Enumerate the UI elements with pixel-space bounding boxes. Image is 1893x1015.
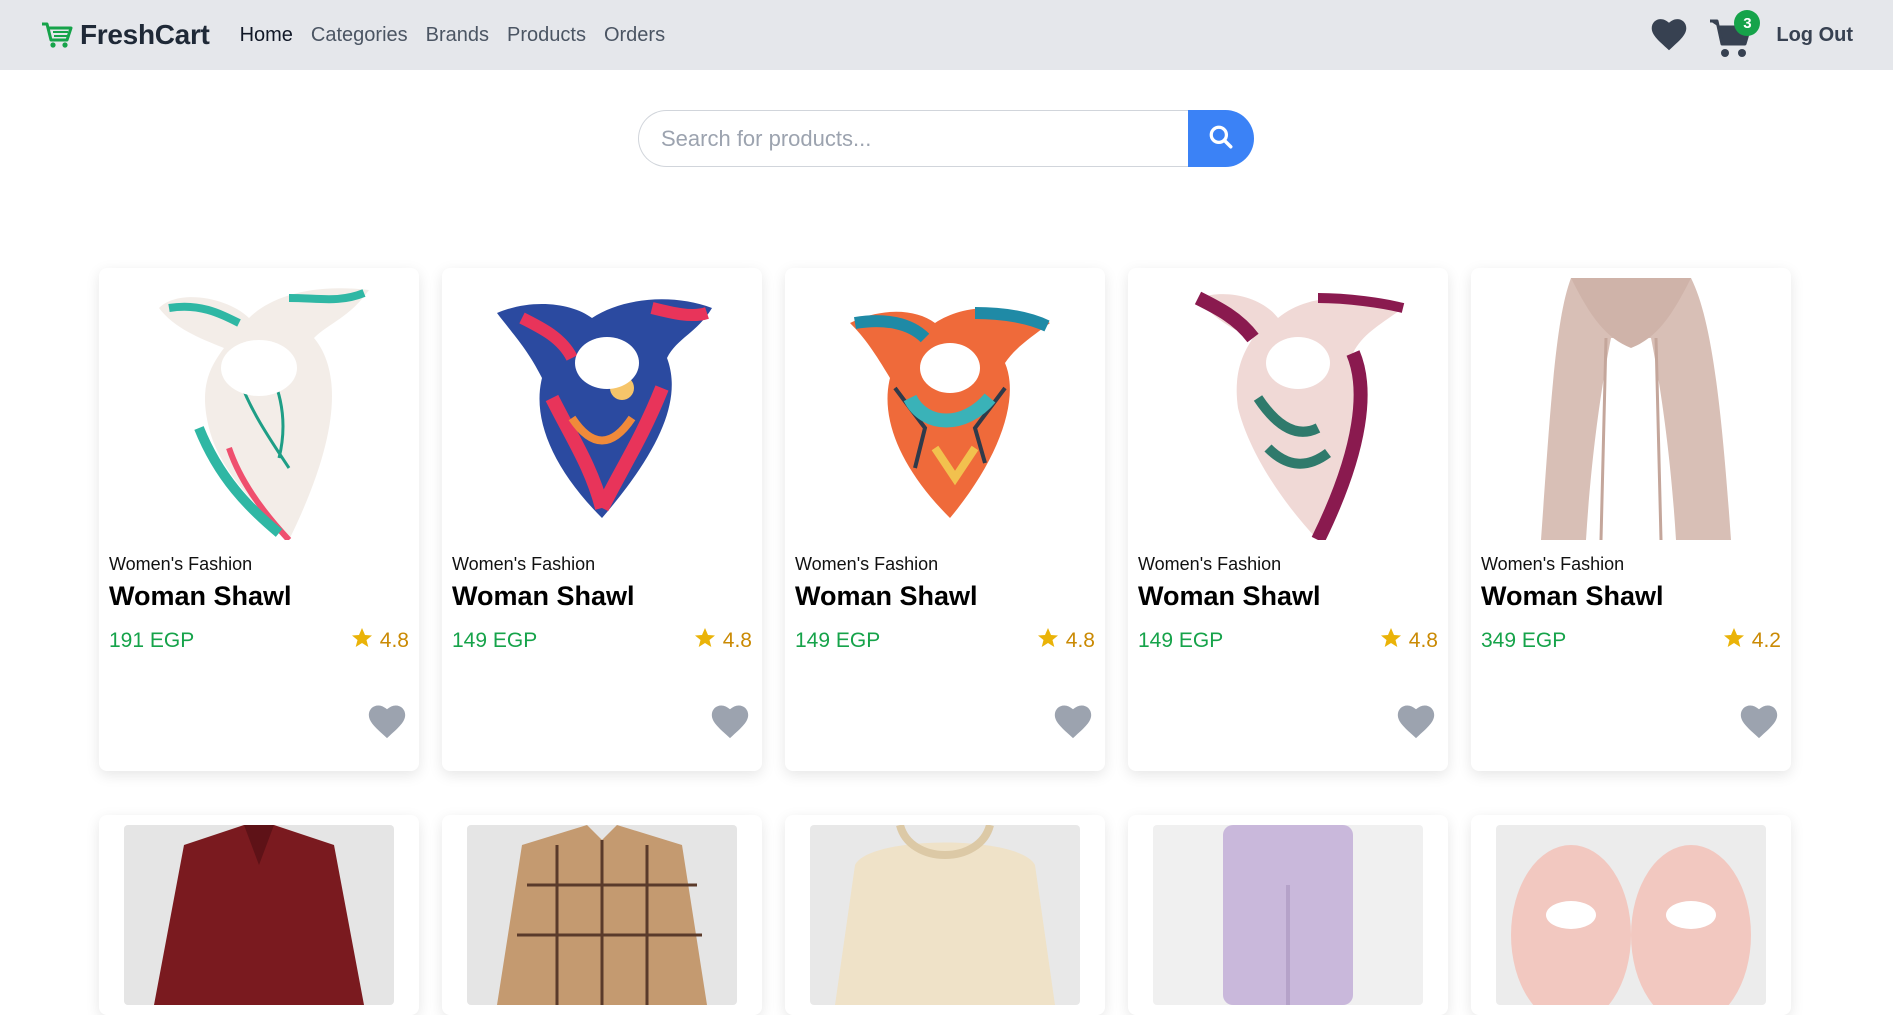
product-category: Women's Fashion <box>1481 554 1625 574</box>
logout-button[interactable]: Log Out <box>1776 24 1853 47</box>
product-category: Women's Fashion <box>452 554 596 574</box>
rating-value: 4.8 <box>379 629 409 652</box>
nav-link-home[interactable]: Home <box>240 24 293 47</box>
rating-value: 4.8 <box>1408 629 1438 652</box>
search-button[interactable] <box>1188 110 1254 167</box>
product-price: 149 EGP <box>1138 629 1224 652</box>
product-grid: Women's Fashion Woman Shawl 191 EGP 4.8 <box>99 268 1792 1015</box>
product-rating: 4.8 <box>693 626 752 656</box>
product-meta: 149 EGP 4.8 <box>1138 626 1438 656</box>
product-image <box>1496 825 1766 1005</box>
product-price: 149 EGP <box>452 629 538 652</box>
cart-logo-icon <box>40 20 74 50</box>
wishlist-heart-icon[interactable] <box>365 700 409 745</box>
wishlist-heart-icon[interactable] <box>1648 14 1690 57</box>
wishlist-heart-icon[interactable] <box>1394 700 1438 745</box>
product-card[interactable]: Women's Fashion Woman Shawl 191 EGP 4.8 <box>99 268 419 771</box>
product-card[interactable]: Women's Fashion Woman Shawl 149 EGP 4.8 <box>442 268 762 771</box>
nav-link-categories[interactable]: Categories <box>311 24 408 47</box>
product-category: Women's Fashion <box>109 554 253 574</box>
nav-links: Home Categories Brands Products Orders <box>240 24 666 47</box>
rating-value: 4.8 <box>722 629 752 652</box>
product-image <box>1481 278 1781 540</box>
product-card[interactable] <box>1471 815 1791 1015</box>
product-image <box>810 825 1080 1005</box>
product-card[interactable] <box>785 815 1105 1015</box>
product-category: Women's Fashion <box>1138 554 1282 574</box>
search-input[interactable] <box>638 110 1188 167</box>
product-image <box>1138 278 1438 540</box>
navbar: FreshCart Home Categories Brands Product… <box>0 0 1893 70</box>
star-icon <box>350 626 374 656</box>
product-rating: 4.8 <box>350 626 409 656</box>
product-rating: 4.8 <box>1036 626 1095 656</box>
nav-link-products[interactable]: Products <box>507 24 586 47</box>
product-rating: 4.2 <box>1722 626 1781 656</box>
search-icon <box>1208 124 1234 153</box>
product-title: Woman Shawl <box>795 581 978 611</box>
product-card[interactable]: Women's Fashion Woman Shawl 149 EGP 4.8 <box>785 268 1105 771</box>
product-meta: 149 EGP 4.8 <box>452 626 752 656</box>
rating-value: 4.8 <box>1065 629 1095 652</box>
search-bar <box>638 110 1254 167</box>
product-price: 149 EGP <box>795 629 881 652</box>
product-title: Woman Shawl <box>109 581 292 611</box>
product-meta: 191 EGP 4.8 <box>109 626 409 656</box>
product-image <box>124 825 394 1005</box>
product-title: Woman Shawl <box>1481 581 1664 611</box>
product-price: 349 EGP <box>1481 629 1567 652</box>
product-meta: 349 EGP 4.2 <box>1481 626 1781 656</box>
product-category: Women's Fashion <box>795 554 939 574</box>
product-rating: 4.8 <box>1379 626 1438 656</box>
product-image <box>452 278 752 540</box>
product-title: Woman Shawl <box>452 581 635 611</box>
star-icon <box>1379 626 1403 656</box>
product-image <box>1153 825 1423 1005</box>
product-image <box>109 278 409 540</box>
brand-logo[interactable]: FreshCart <box>40 19 210 51</box>
product-card[interactable]: Women's Fashion Woman Shawl 349 EGP 4.2 <box>1471 268 1791 771</box>
nav-actions: 3 Log Out <box>1648 10 1853 58</box>
product-image <box>795 278 1095 540</box>
product-card[interactable]: Women's Fashion Woman Shawl 149 EGP 4.8 <box>1128 268 1448 771</box>
product-card[interactable] <box>442 815 762 1015</box>
star-icon <box>1722 626 1746 656</box>
star-icon <box>1036 626 1060 656</box>
rating-value: 4.2 <box>1751 629 1781 652</box>
product-price: 191 EGP <box>109 629 195 652</box>
nav-link-brands[interactable]: Brands <box>426 24 489 47</box>
brand-name: FreshCart <box>80 19 210 50</box>
product-card[interactable] <box>1128 815 1448 1015</box>
wishlist-heart-icon[interactable] <box>708 700 752 745</box>
nav-link-orders[interactable]: Orders <box>604 24 665 47</box>
cart-button[interactable]: 3 <box>1708 10 1761 58</box>
product-image <box>467 825 737 1005</box>
wishlist-heart-icon[interactable] <box>1737 700 1781 745</box>
product-card[interactable] <box>99 815 419 1015</box>
wishlist-heart-icon[interactable] <box>1051 700 1095 745</box>
star-icon <box>693 626 717 656</box>
product-meta: 149 EGP 4.8 <box>795 626 1095 656</box>
cart-count-badge: 3 <box>1734 10 1761 36</box>
product-title: Woman Shawl <box>1138 581 1321 611</box>
